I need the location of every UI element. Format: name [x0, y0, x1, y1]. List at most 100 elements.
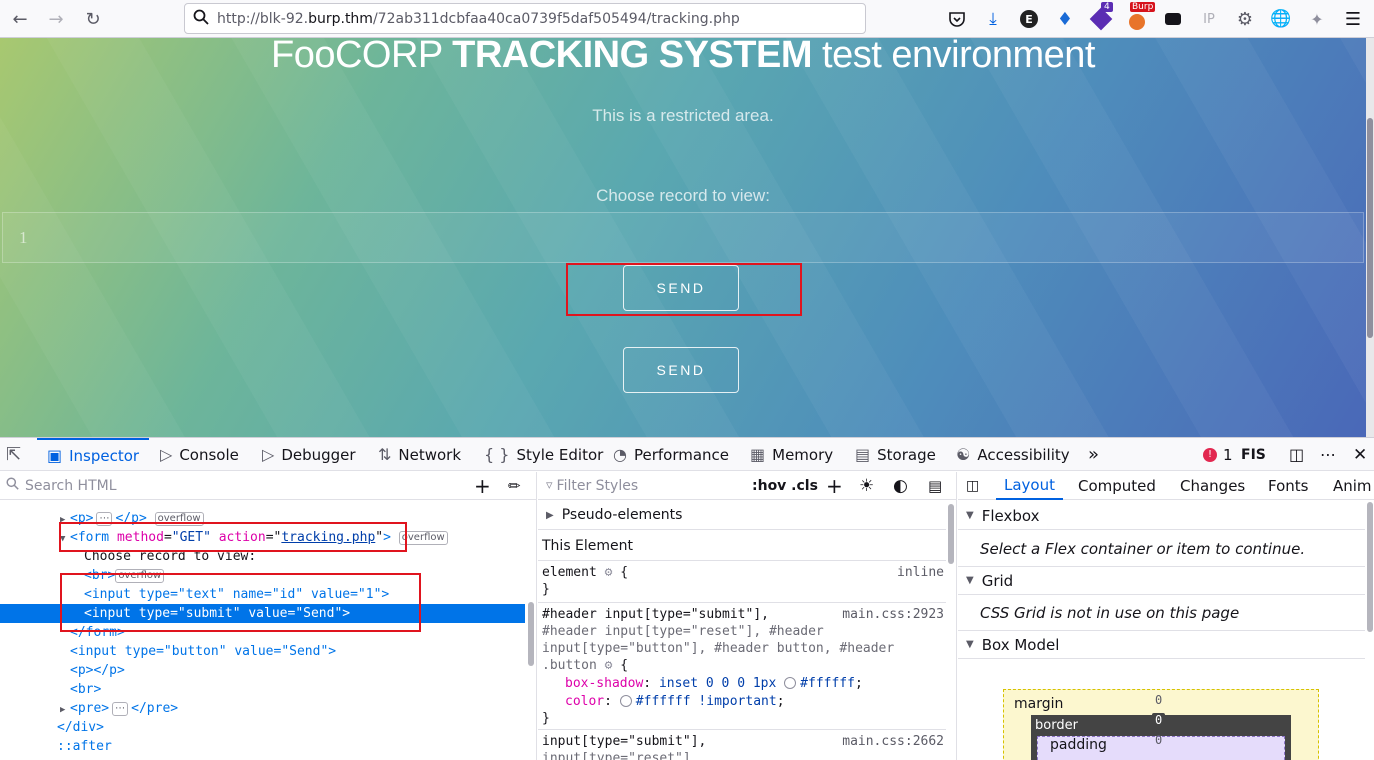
layout-scrollbar[interactable]	[1367, 502, 1373, 760]
send-submit-button[interactable]: SEND	[623, 265, 739, 311]
markup-line-p[interactable]: ▶ <p> ⋯ </p> overflow	[0, 509, 525, 528]
rule2-selector-2: input[type="reset"],	[542, 751, 699, 760]
rule1-declaration-box-shadow[interactable]: box-shadow: inset 0 0 0 1px #ffffff;	[542, 675, 944, 692]
color-swatch-icon[interactable]	[619, 695, 632, 707]
error-count[interactable]: ! 1	[1203, 438, 1233, 471]
close-devtools-icon[interactable]: ✕	[1353, 438, 1367, 471]
console-icon: ▷	[160, 445, 173, 464]
forward-arrow-icon[interactable]: →	[41, 4, 71, 34]
tab-inspector[interactable]: ▣ Inspector	[37, 438, 149, 471]
flexbox-section-header[interactable]: ▼ Flexbox	[958, 502, 1365, 530]
page-title: FooCORP TRACKING SYSTEM test environment	[0, 38, 1366, 77]
pocket-icon[interactable]	[946, 8, 968, 30]
wappalyzer-icon[interactable]: ♦	[1054, 8, 1076, 30]
add-node-icon[interactable]: +	[474, 474, 491, 498]
collapse-twisty-icon: ▼	[966, 575, 974, 586]
pseudo-class-toggle[interactable]: :hov .cls	[752, 478, 818, 494]
rules-scrollbar-thumb[interactable]	[948, 504, 954, 564]
page-scrollbar[interactable]	[1366, 38, 1374, 437]
markup-line-after[interactable]: ::after	[0, 737, 525, 756]
download-icon[interactable]: ⤓	[982, 8, 1004, 30]
rules-scrollbar[interactable]	[948, 504, 954, 760]
markup-line-close-form[interactable]: </form>	[0, 623, 525, 642]
print-media-icon[interactable]: ▤	[928, 477, 942, 495]
pseudo-elements-section[interactable]: ▶ Pseudo-elements	[538, 501, 946, 530]
color-swatch-icon[interactable]	[784, 677, 797, 689]
send-button[interactable]: SEND	[623, 347, 739, 393]
markup-line-text[interactable]: Choose record to view:	[0, 547, 525, 566]
page-scrollbar-thumb[interactable]	[1367, 118, 1373, 338]
markup-line-input-submit[interactable]: <input type="submit" value="Send">	[0, 604, 525, 623]
markup-line-close-div[interactable]: </div>	[0, 718, 525, 737]
tab-layout[interactable]: Layout	[996, 472, 1063, 500]
more-tabs-chevron-icon[interactable]: »	[1088, 438, 1099, 471]
markup-line-br[interactable]: <br> overflow	[0, 566, 525, 585]
more-options-icon[interactable]: ⋯	[1320, 438, 1336, 471]
light-mode-icon[interactable]: ☀	[859, 476, 874, 496]
rule1-selector-3: input[type="button"], #header button, #h…	[542, 641, 895, 656]
markup-line-p-empty[interactable]: <p></p>	[0, 661, 525, 680]
tab-animations[interactable]: Anim	[1333, 472, 1372, 500]
extension-e-icon[interactable]: E	[1018, 8, 1040, 30]
eyedropper-icon[interactable]: ✏	[508, 477, 521, 495]
rule1-declaration-color[interactable]: color: #ffffff !important;	[542, 693, 944, 710]
reload-icon[interactable]: ↻	[78, 4, 108, 34]
ip-icon[interactable]: IP	[1198, 8, 1220, 30]
menu-hamburger-icon[interactable]: ☰	[1342, 8, 1364, 30]
markup-line-pre[interactable]: ▶ <pre> ⋯ </pre>	[0, 699, 525, 718]
tab-accessibility[interactable]: ☯ Accessibility	[956, 438, 1070, 471]
tab-memory[interactable]: ▦ Memory	[750, 438, 833, 471]
globe-icon[interactable]: 🌐	[1270, 8, 1292, 30]
rule1-selector[interactable]: #header input[type="submit"], main.css:2…	[542, 606, 944, 623]
grid-section-header[interactable]: ▼ Grid	[958, 567, 1365, 595]
box-model-section-header[interactable]: ▼ Box Model	[958, 631, 1365, 659]
tab-fonts[interactable]: Fonts	[1268, 472, 1308, 500]
rule2-selector[interactable]: input[type="submit"], main.css:2662	[542, 733, 944, 750]
tab-console[interactable]: ▷ Console	[160, 438, 239, 471]
layout-scrollbar-thumb[interactable]	[1367, 502, 1373, 632]
element-rule-selector[interactable]: element ⚙ { inline	[542, 564, 944, 581]
margin-top-value[interactable]: 0	[1155, 693, 1162, 707]
extensions-puzzle-icon[interactable]: ✦	[1306, 8, 1328, 30]
burp-extension-icon[interactable]: Burp	[1126, 2, 1156, 30]
expand-twisty-icon: ▶	[546, 509, 554, 521]
container-icon[interactable]	[1162, 8, 1184, 30]
error-icon: !	[1203, 447, 1217, 462]
add-rule-icon[interactable]: +	[826, 474, 843, 498]
record-id-input[interactable]: 1	[2, 212, 1364, 263]
tab-computed[interactable]: Computed	[1078, 472, 1156, 500]
tab-network[interactable]: ⇅ Network	[378, 438, 461, 471]
extension-badge-icon[interactable]: 4	[1089, 2, 1113, 31]
tab-changes[interactable]: Changes	[1180, 472, 1245, 500]
filter-styles-input[interactable]: Filter Styles	[557, 478, 639, 494]
markup-search-bar[interactable]: Search HTML + ✏	[0, 472, 536, 500]
toggle-sidebar-icon[interactable]: ◫	[966, 472, 979, 500]
tab-performance[interactable]: ◔ Performance	[613, 438, 729, 471]
tab-style-editor[interactable]: { } Style Editor	[484, 438, 603, 471]
element-picker-icon[interactable]: ⇱	[6, 438, 28, 471]
this-element-header: This Element	[542, 537, 634, 554]
element-rule-source[interactable]: inline	[897, 564, 944, 581]
url-bar[interactable]: http://blk-92. burp.thm/72ab311dcbfaa40ca…	[184, 3, 866, 34]
rule1-source-link[interactable]: main.css:2923	[842, 606, 944, 623]
dark-mode-icon[interactable]: ◐	[893, 476, 908, 496]
dock-side-icon[interactable]: ◫	[1289, 438, 1304, 471]
rule2-source-link[interactable]: main.css:2662	[842, 733, 944, 750]
tab-storage[interactable]: ▤ Storage	[855, 438, 936, 471]
search-html-input[interactable]: Search HTML	[25, 478, 117, 494]
markup-scrollbar-thumb[interactable]	[528, 602, 534, 666]
layout-panel: ◫ Layout Computed Changes Fonts Anim ▼ Fl…	[958, 472, 1374, 760]
markup-line-input-text[interactable]: <input type="text" name="id" value="1">	[0, 585, 525, 604]
braces-icon: { }	[484, 445, 510, 464]
markup-line-input-button[interactable]: <input type="button" value="Send">	[0, 642, 525, 661]
markup-line-br2[interactable]: <br>	[0, 680, 525, 699]
border-top-value[interactable]: 0	[1152, 713, 1166, 727]
markup-line-form[interactable]: ▼ <form method="GET" action="tracking.php…	[0, 528, 525, 547]
tab-debugger[interactable]: ▷ Debugger	[262, 438, 356, 471]
padding-label: padding	[1050, 737, 1107, 753]
filter-icon: ▿	[546, 478, 553, 493]
markup-scrollbar[interactable]	[528, 502, 534, 760]
settings-gear-icon[interactable]: ⚙	[1234, 8, 1256, 30]
padding-top-value[interactable]: 0	[1155, 733, 1162, 747]
back-arrow-icon[interactable]: ←	[5, 4, 35, 34]
